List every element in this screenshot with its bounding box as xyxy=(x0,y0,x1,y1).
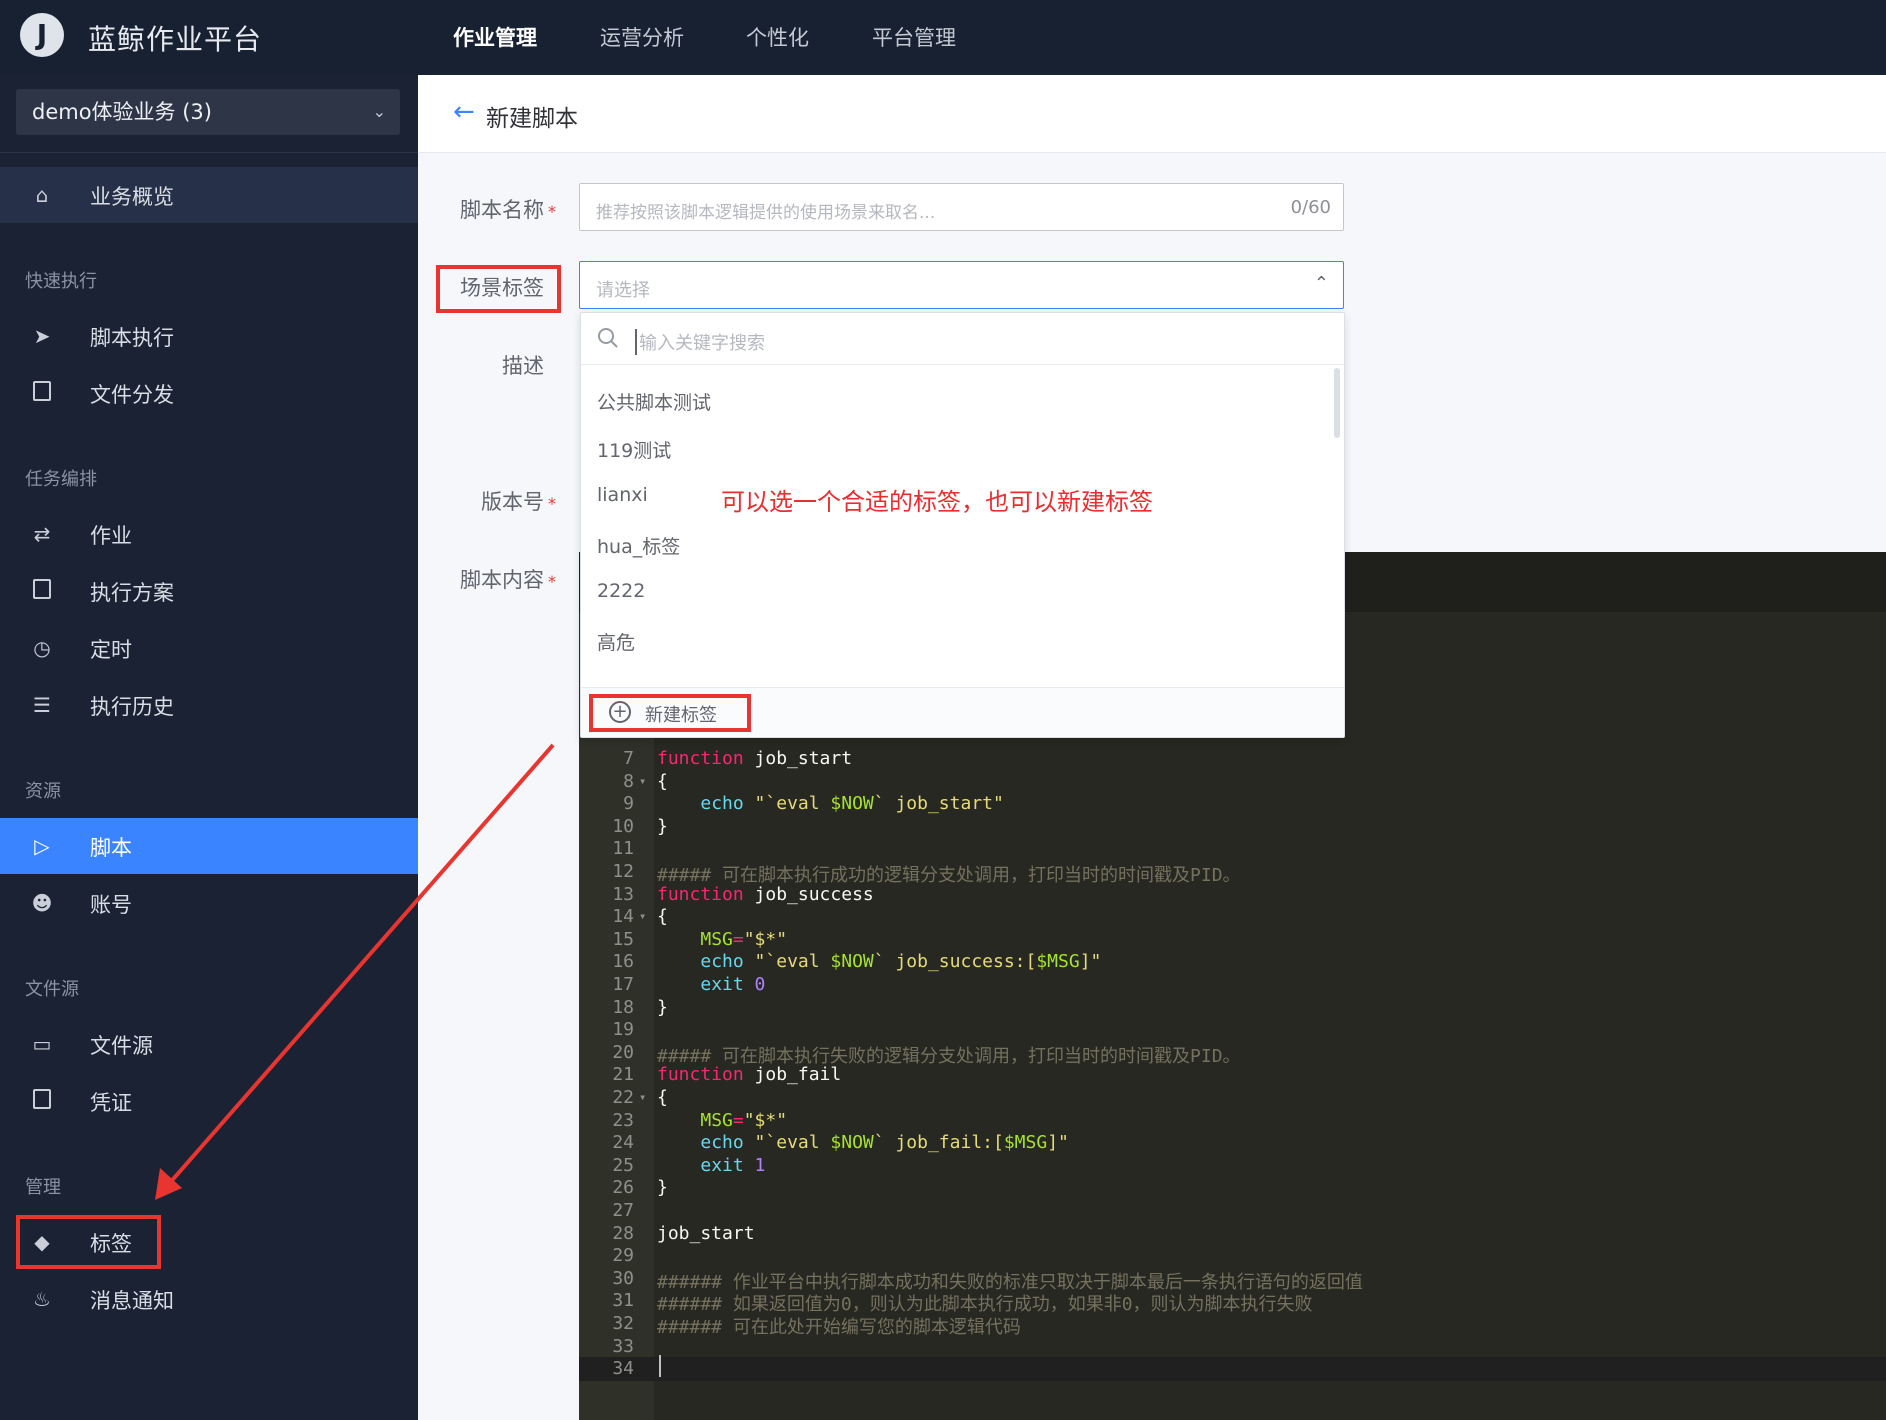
annotation-arrow xyxy=(155,743,555,1200)
